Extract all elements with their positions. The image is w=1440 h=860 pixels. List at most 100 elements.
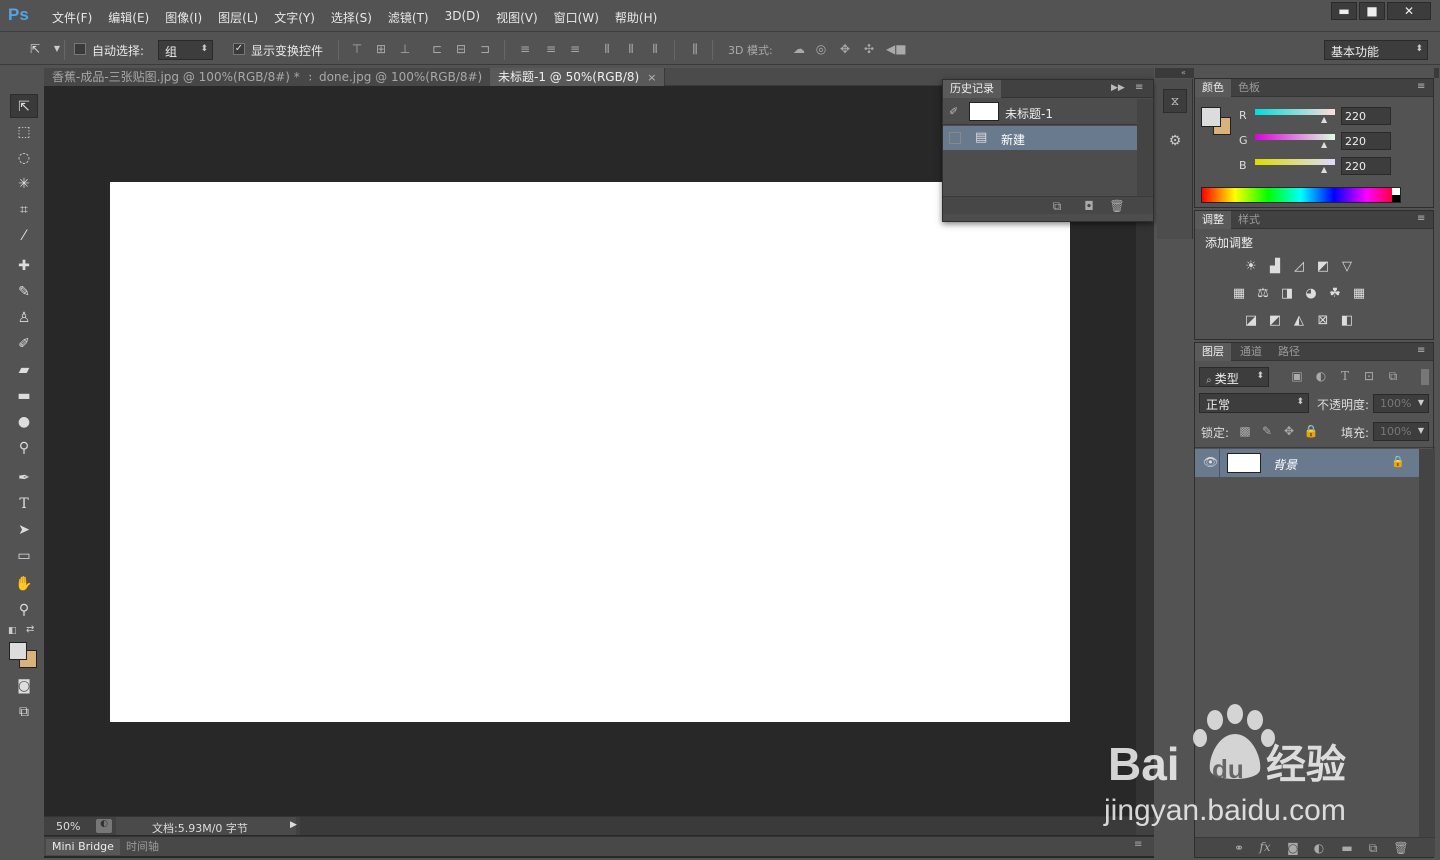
- history-brush-icon[interactable]: ✐: [10, 332, 38, 356]
- distribute-right-icon[interactable]: ⫴: [648, 42, 662, 56]
- tab-timeline[interactable]: 时间轴: [120, 839, 165, 855]
- lock-position-icon[interactable]: ✥: [1281, 424, 1297, 438]
- menu-item-6[interactable]: 滤镜(T): [380, 9, 437, 26]
- menu-item-2[interactable]: 图像(I): [157, 9, 210, 26]
- panel-menu-icon[interactable]: ≡: [1417, 345, 1425, 356]
- selective-color-icon[interactable]: ⊠: [1315, 313, 1331, 329]
- menu-item-8[interactable]: 视图(V): [488, 9, 546, 26]
- 3d-scale-icon[interactable]: ◀■: [886, 42, 907, 56]
- menu-item-0[interactable]: 文件(F): [44, 9, 100, 26]
- new-adjustment-layer-icon[interactable]: ◐: [1311, 841, 1327, 855]
- panel-menu-icon[interactable]: ≡: [1417, 213, 1425, 224]
- add-mask-icon[interactable]: ◙: [1285, 841, 1301, 855]
- slider-thumb-icon[interactable]: ▲: [1321, 115, 1327, 124]
- delete-layer-icon[interactable]: 🗑: [1393, 841, 1409, 855]
- history-brush-source-icon[interactable]: ✐: [949, 105, 958, 118]
- menu-item-10[interactable]: 帮助(H): [607, 9, 665, 26]
- properties-panel-icon[interactable]: ⚙: [1163, 129, 1187, 153]
- blend-mode-dropdown[interactable]: 正常 ⬍: [1199, 393, 1309, 413]
- preset-dropdown-icon[interactable]: ▼: [50, 42, 64, 56]
- opacity-input[interactable]: 100% ▼: [1373, 394, 1429, 413]
- hand-tool-icon[interactable]: ✋: [10, 572, 38, 596]
- swap-colors-icon[interactable]: ⇄: [26, 624, 38, 636]
- foreground-color-swatch[interactable]: [9, 642, 27, 660]
- tab-styles[interactable]: 样式: [1231, 211, 1267, 229]
- menu-item-1[interactable]: 编辑(E): [100, 9, 157, 26]
- pen-tool-icon[interactable]: ✒: [10, 466, 38, 490]
- link-layers-icon[interactable]: ⚭: [1231, 841, 1247, 855]
- vibrance-icon[interactable]: ▽: [1339, 259, 1355, 275]
- slider-thumb-icon[interactable]: ▲: [1321, 140, 1327, 149]
- horizontal-scrollbar[interactable]: [300, 817, 1136, 835]
- visibility-eye-icon[interactable]: 👁: [1203, 455, 1218, 469]
- zoom-tool-icon[interactable]: ⚲: [10, 598, 38, 622]
- blur-tool-icon[interactable]: ●: [10, 410, 38, 434]
- tab-channels[interactable]: 通道: [1233, 343, 1269, 361]
- tab-history[interactable]: 历史记录: [943, 80, 1001, 98]
- quick-mask-icon[interactable]: ◙: [10, 674, 38, 698]
- delete-state-icon[interactable]: 🗑: [1109, 199, 1125, 213]
- distribute-hcenter-icon[interactable]: ⫴: [624, 42, 638, 56]
- channel-b-input[interactable]: 220: [1341, 157, 1391, 175]
- path-select-icon[interactable]: ➤: [10, 518, 38, 542]
- layer-style-icon[interactable]: fx: [1257, 840, 1273, 854]
- layers-scrollbar[interactable]: [1419, 449, 1435, 839]
- tab-swatches[interactable]: 色板: [1231, 79, 1267, 97]
- auto-select-dropdown[interactable]: 组 ⬍: [158, 40, 213, 60]
- align-bottom-icon[interactable]: ⊥: [398, 42, 412, 56]
- workspace-dropdown[interactable]: 基本功能 ⬍: [1324, 40, 1428, 60]
- menu-item-3[interactable]: 图层(L): [210, 9, 266, 26]
- expand-dock-icon[interactable]: «: [1181, 68, 1186, 77]
- document-tab[interactable]: 香蕉-成品-三张贴图.jpg @ 100%(RGB/8#) *×: [44, 68, 326, 86]
- new-group-icon[interactable]: ▬: [1339, 841, 1355, 855]
- 3d-pan-icon[interactable]: ✥: [838, 42, 852, 56]
- tab-paths[interactable]: 路径: [1271, 343, 1307, 361]
- align-vcenter-icon[interactable]: ⊞: [374, 42, 388, 56]
- align-left-icon[interactable]: ⊏: [430, 42, 444, 56]
- magic-wand-icon[interactable]: ✳: [10, 172, 38, 196]
- filter-toggle[interactable]: [1421, 369, 1429, 385]
- document-tab[interactable]: 未标题-1 @ 50%(RGB/8) ×: [490, 68, 666, 86]
- history-step[interactable]: ▤ 新建: [943, 126, 1137, 150]
- menu-item-4[interactable]: 文字(Y): [266, 9, 323, 26]
- new-document-from-state-icon[interactable]: ⧉: [1049, 199, 1065, 214]
- marquee-tool-icon[interactable]: ⬚: [10, 120, 38, 144]
- color-balance-icon[interactable]: ⚖: [1255, 286, 1271, 302]
- filter-smart-object-icon[interactable]: ⧉: [1385, 369, 1401, 384]
- minimize-button[interactable]: ▬: [1331, 2, 1357, 20]
- gradient-map-icon[interactable]: ◧: [1339, 313, 1355, 329]
- lock-image-icon[interactable]: ✎: [1259, 424, 1275, 438]
- posterize-icon[interactable]: ◩: [1267, 313, 1283, 329]
- align-hcenter-icon[interactable]: ⊟: [454, 42, 468, 56]
- move-tool-icon[interactable]: ⇱: [10, 94, 38, 118]
- brush-tool-icon[interactable]: ✎: [10, 280, 38, 304]
- collapse-panel-icon[interactable]: ▶▶: [1111, 83, 1125, 93]
- align-right-icon[interactable]: ⊐: [478, 42, 492, 56]
- crop-tool-icon[interactable]: ⌗: [10, 198, 38, 222]
- show-transform-checkbox[interactable]: ✓: [233, 43, 245, 55]
- channel-mixer-icon[interactable]: ☘: [1327, 286, 1343, 302]
- history-snapshot[interactable]: ✐ 未标题-1: [943, 99, 1137, 125]
- tab-adjustments[interactable]: 调整: [1195, 211, 1231, 229]
- panel-menu-icon[interactable]: ≡: [1135, 82, 1143, 93]
- filter-pixel-icon[interactable]: ▣: [1289, 369, 1305, 383]
- color-lookup-icon[interactable]: ▦: [1351, 286, 1367, 302]
- invert-icon[interactable]: ◪: [1243, 313, 1259, 329]
- eyedropper-icon[interactable]: ⁄: [10, 224, 38, 248]
- dodge-tool-icon[interactable]: ⚲: [10, 436, 38, 460]
- tab-mini-bridge[interactable]: Mini Bridge: [46, 839, 120, 855]
- 3d-slide-icon[interactable]: ✣: [862, 42, 876, 56]
- filter-adjustment-icon[interactable]: ◐: [1313, 369, 1329, 383]
- new-snapshot-icon[interactable]: ◘: [1081, 199, 1097, 213]
- tab-layers[interactable]: 图层: [1195, 343, 1231, 361]
- type-tool-icon[interactable]: T: [10, 492, 38, 516]
- align-top-icon[interactable]: ⊤: [350, 42, 364, 56]
- color-panel-fg-swatch[interactable]: [1201, 107, 1221, 127]
- filter-type-icon[interactable]: T: [1337, 369, 1353, 383]
- distribute-top-icon[interactable]: ≡: [518, 42, 532, 56]
- layer-filter-dropdown[interactable]: ⌕ 类型 ⬍: [1199, 367, 1269, 387]
- move-tool-preset-icon[interactable]: ⇱: [24, 42, 46, 56]
- history-step-checkbox[interactable]: [949, 132, 961, 144]
- curves-icon[interactable]: ◿: [1291, 259, 1307, 275]
- panel-menu-icon[interactable]: ≡: [1134, 839, 1142, 850]
